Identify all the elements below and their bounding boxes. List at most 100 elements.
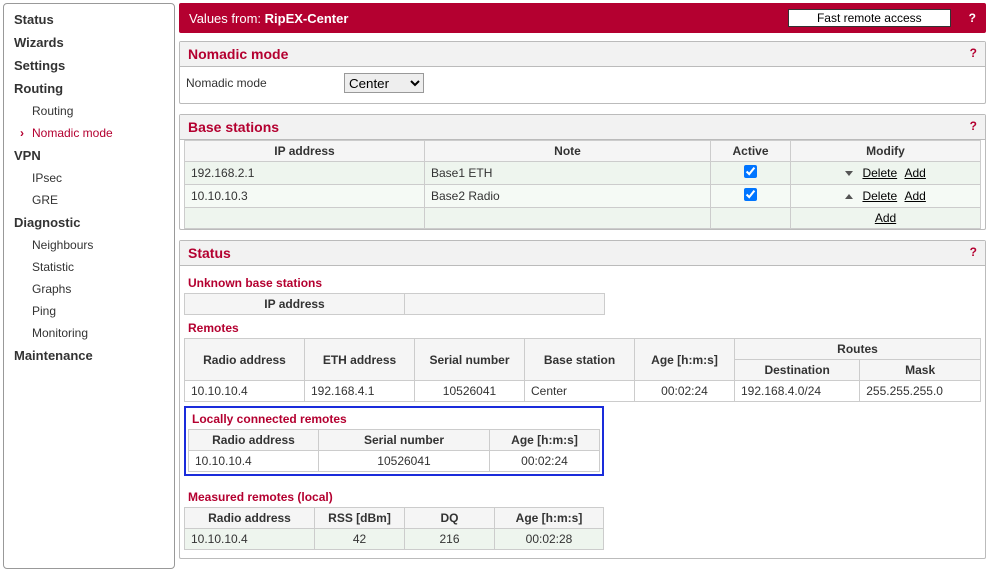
- bs-note: Base2 Radio: [425, 185, 711, 208]
- base-stations-header: Base stations ?: [180, 115, 985, 140]
- bs-ip: 10.10.10.3: [185, 185, 425, 208]
- th-local-radio: Radio address: [189, 430, 319, 451]
- unknown-bs-title: Unknown base stations: [184, 270, 981, 293]
- delete-link[interactable]: Delete: [862, 166, 897, 180]
- up-icon[interactable]: [845, 194, 853, 199]
- nav-statistic[interactable]: Statistic: [4, 256, 174, 278]
- bs-ip: 192.168.2.1: [185, 162, 425, 185]
- th-mask: Mask: [860, 360, 981, 381]
- meas-dq: 216: [405, 529, 495, 550]
- nav-vpn[interactable]: VPN: [4, 144, 174, 167]
- banner-prefix: Values from:: [189, 11, 261, 26]
- base-stations-table: IP address Note Active Modify 192.168.2.…: [184, 140, 981, 229]
- fast-remote-access-button[interactable]: Fast remote access: [788, 9, 951, 27]
- add-link[interactable]: Add: [875, 211, 896, 225]
- th-age: Age [h:m:s]: [635, 339, 735, 381]
- th-meas-rss: RSS [dBm]: [315, 508, 405, 529]
- base-stations-help-icon[interactable]: ?: [970, 119, 977, 133]
- nav-status[interactable]: Status: [4, 8, 174, 31]
- base-stations-title: Base stations: [188, 119, 279, 135]
- delete-link[interactable]: Delete: [862, 189, 897, 203]
- bs-active-checkbox[interactable]: [744, 165, 757, 178]
- measured-title: Measured remotes (local): [184, 484, 981, 507]
- th-dest: Destination: [735, 360, 860, 381]
- banner-help-icon[interactable]: ?: [969, 11, 976, 25]
- local-row: 10.10.10.4 10526041 00:02:24: [189, 451, 600, 472]
- nav-routing-sub[interactable]: Routing: [4, 100, 174, 122]
- th-serial: Serial number: [415, 339, 525, 381]
- nomadic-mode-label: Nomadic mode: [184, 76, 344, 90]
- nomadic-panel: Nomadic mode ? Nomadic mode Center: [179, 41, 986, 104]
- th-meas-dq: DQ: [405, 508, 495, 529]
- nav-routing[interactable]: Routing: [4, 77, 174, 100]
- nav-settings[interactable]: Settings: [4, 54, 174, 77]
- nav-neighbours[interactable]: Neighbours: [4, 234, 174, 256]
- unknown-bs-table: IP address: [184, 293, 605, 315]
- nav-graphs[interactable]: Graphs: [4, 278, 174, 300]
- status-help-icon[interactable]: ?: [970, 245, 977, 259]
- remotes-table: Radio address ETH address Serial number …: [184, 338, 981, 402]
- th-base: Base station: [525, 339, 635, 381]
- bs-row: Add: [185, 208, 981, 229]
- banner: Values from: RipEX-Center Fast remote ac…: [179, 3, 986, 33]
- base-stations-panel: Base stations ? IP address Note Active M…: [179, 114, 986, 230]
- measured-row: 10.10.10.4 42 216 00:02:28: [185, 529, 604, 550]
- th-meas-age: Age [h:m:s]: [495, 508, 604, 529]
- meas-rss: 42: [315, 529, 405, 550]
- nav-ipsec[interactable]: IPsec: [4, 167, 174, 189]
- local-remotes-table: Radio address Serial number Age [h:m:s] …: [188, 429, 600, 472]
- th-radio: Radio address: [185, 339, 305, 381]
- nomadic-panel-title: Nomadic mode: [188, 46, 288, 62]
- bs-note: Base1 ETH: [425, 162, 711, 185]
- local-age: 00:02:24: [490, 451, 600, 472]
- remote-eth: 192.168.4.1: [305, 381, 415, 402]
- remote-mask: 255.255.255.0: [860, 381, 981, 402]
- remote-radio: 10.10.10.4: [185, 381, 305, 402]
- nav-maintenance[interactable]: Maintenance: [4, 344, 174, 367]
- meas-radio: 10.10.10.4: [185, 529, 315, 550]
- local-remotes-title: Locally connected remotes: [188, 410, 600, 429]
- status-panel-title: Status: [188, 245, 231, 261]
- remotes-title: Remotes: [184, 315, 981, 338]
- th-active: Active: [711, 141, 791, 162]
- nav-wizards[interactable]: Wizards: [4, 31, 174, 54]
- th-local-serial: Serial number: [319, 430, 490, 451]
- banner-title: Values from: RipEX-Center: [189, 11, 348, 26]
- nomadic-help-icon[interactable]: ?: [970, 46, 977, 60]
- bs-active-checkbox[interactable]: [744, 188, 757, 201]
- remote-age: 00:02:24: [635, 381, 735, 402]
- meas-age: 00:02:28: [495, 529, 604, 550]
- measured-table: Radio address RSS [dBm] DQ Age [h:m:s] 1…: [184, 507, 604, 550]
- th-meas-radio: Radio address: [185, 508, 315, 529]
- remote-row: 10.10.10.4 192.168.4.1 10526041 Center 0…: [185, 381, 981, 402]
- remote-dest: 192.168.4.0/24: [735, 381, 860, 402]
- nav-diagnostic[interactable]: Diagnostic: [4, 211, 174, 234]
- nav-ping[interactable]: Ping: [4, 300, 174, 322]
- status-panel-header: Status ?: [180, 241, 985, 266]
- th-modify: Modify: [791, 141, 981, 162]
- bs-row: 10.10.10.3 Base2 Radio Delete Add: [185, 185, 981, 208]
- nomadic-mode-select[interactable]: Center: [344, 73, 424, 93]
- local-serial: 10526041: [319, 451, 490, 472]
- main-content: Values from: RipEX-Center Fast remote ac…: [175, 0, 990, 569]
- local-remotes-highlight: Locally connected remotes Radio address …: [184, 406, 604, 476]
- th-eth: ETH address: [305, 339, 415, 381]
- unknown-th-ip: IP address: [185, 294, 405, 315]
- nomadic-panel-header: Nomadic mode ?: [180, 42, 985, 67]
- bs-row: 192.168.2.1 Base1 ETH Delete Add: [185, 162, 981, 185]
- remote-base: Center: [525, 381, 635, 402]
- th-routes: Routes: [735, 339, 981, 360]
- nav-monitoring[interactable]: Monitoring: [4, 322, 174, 344]
- local-radio: 10.10.10.4: [189, 451, 319, 472]
- down-icon[interactable]: [845, 171, 853, 176]
- add-link[interactable]: Add: [905, 166, 926, 180]
- th-ip: IP address: [185, 141, 425, 162]
- nav-nomadic-mode[interactable]: Nomadic mode: [4, 122, 174, 144]
- th-note: Note: [425, 141, 711, 162]
- remote-serial: 10526041: [415, 381, 525, 402]
- status-panel: Status ? Unknown base stations IP addres…: [179, 240, 986, 559]
- sidebar: Status Wizards Settings Routing Routing …: [3, 3, 175, 569]
- add-link[interactable]: Add: [905, 189, 926, 203]
- banner-device: RipEX-Center: [265, 11, 349, 26]
- nav-gre[interactable]: GRE: [4, 189, 174, 211]
